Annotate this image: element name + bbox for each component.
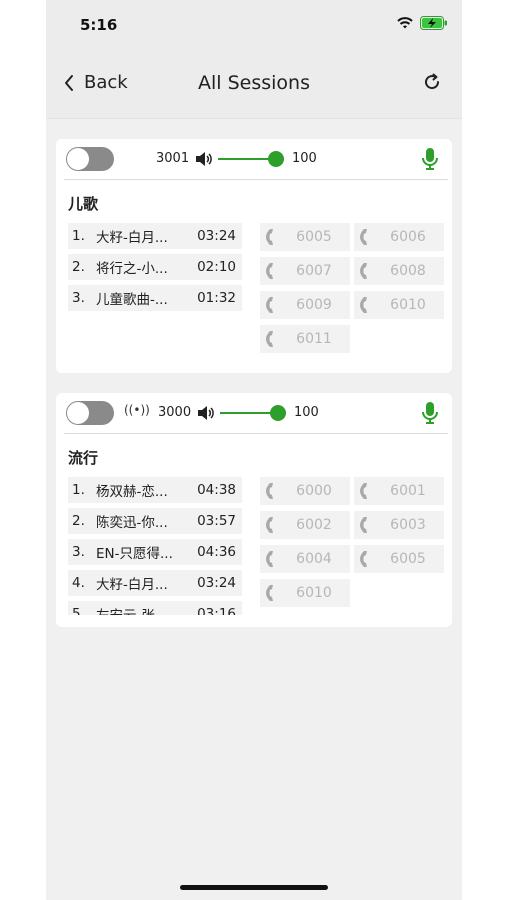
song-item[interactable]: 5. 左安云-张... 03:16 — [68, 601, 242, 615]
song-duration: 02:10 — [197, 259, 236, 275]
song-duration: 01:32 — [197, 290, 236, 306]
extension-number: 6006 — [390, 229, 426, 245]
extension-item[interactable]: 6011 — [260, 325, 350, 353]
session-toggle[interactable] — [66, 401, 114, 425]
extension-number: 6009 — [296, 297, 332, 313]
phone-screen: 5:16 Back All Sessions 3001 100 儿歌 1. 大籽… — [46, 0, 462, 900]
song-duration: 04:36 — [197, 544, 236, 560]
session-id: 3001 — [156, 151, 190, 166]
extension-item[interactable]: 6004 — [260, 545, 350, 573]
session-id: 3000 — [158, 405, 192, 420]
extension-number: 6007 — [296, 263, 332, 279]
song-item[interactable]: 3. 儿童歌曲-... 01:32 — [68, 285, 242, 311]
broadcast-icon: ((•)) — [124, 403, 150, 417]
song-title: 儿童歌曲-... — [96, 292, 168, 308]
song-index: 2. — [72, 259, 85, 275]
session-card: 3001 100 儿歌 1. 大籽-白月... 03:24 2. 将行之-小..… — [56, 139, 452, 373]
session-control-bar: 3001 100 — [56, 139, 452, 179]
song-index: 4. — [72, 575, 85, 591]
song-item[interactable]: 1. 杨双赫-恋... 04:38 — [68, 477, 242, 503]
song-item[interactable]: 1. 大籽-白月... 03:24 — [68, 223, 242, 249]
song-duration: 03:16 — [197, 606, 236, 615]
extension-number: 6003 — [390, 517, 426, 533]
extension-item[interactable]: 6008 — [354, 257, 444, 285]
status-time: 5:16 — [80, 16, 118, 34]
extension-item[interactable]: 6007 — [260, 257, 350, 285]
extension-number: 6002 — [296, 517, 332, 533]
speaker-icon — [198, 406, 214, 420]
group-name: 流行 — [68, 449, 99, 467]
song-index: 3. — [72, 544, 85, 560]
extension-number: 6004 — [296, 551, 332, 567]
divider — [64, 179, 448, 180]
extension-number: 6010 — [296, 585, 332, 601]
song-index: 3. — [72, 290, 85, 306]
song-duration: 03:57 — [197, 513, 236, 529]
microphone-icon[interactable] — [420, 401, 440, 425]
song-item[interactable]: 2. 将行之-小... 02:10 — [68, 254, 242, 280]
home-indicator — [180, 885, 328, 890]
status-icons — [396, 16, 448, 30]
extension-item[interactable]: 6005 — [260, 223, 350, 251]
extension-number: 6010 — [390, 297, 426, 313]
song-title: 左安云-张... — [96, 604, 192, 615]
song-duration: 03:24 — [197, 228, 236, 244]
extension-number: 6005 — [296, 229, 332, 245]
song-list: 1. 杨双赫-恋... 04:38 2. 陈奕迅-你... 03:57 3. E… — [68, 477, 242, 615]
microphone-icon[interactable] — [420, 147, 440, 171]
navigation-bar: Back All Sessions — [46, 50, 462, 119]
status-bar: 5:16 — [46, 0, 462, 50]
song-index: 5. — [72, 606, 85, 615]
song-title: 将行之-小... — [96, 261, 168, 277]
volume-value: 100 — [292, 151, 317, 166]
extension-number: 6001 — [390, 483, 426, 499]
song-title: 大籽-白月... — [96, 230, 168, 246]
extension-item[interactable]: 6010 — [354, 291, 444, 319]
song-title: EN-只愿得... — [96, 546, 173, 562]
page-title: All Sessions — [198, 72, 310, 94]
divider — [64, 433, 448, 434]
extension-item[interactable]: 6003 — [354, 511, 444, 539]
session-card: ((•)) 3000 100 流行 1. 杨双赫-恋... 04:38 2. 陈… — [56, 393, 452, 627]
session-toggle[interactable] — [66, 147, 114, 171]
session-control-bar: ((•)) 3000 100 — [56, 393, 452, 433]
group-name: 儿歌 — [68, 195, 99, 213]
song-title: 陈奕迅-你... — [96, 515, 168, 531]
song-item[interactable]: 4. 大籽-白月... 03:24 — [68, 570, 242, 596]
extension-item[interactable]: 6006 — [354, 223, 444, 251]
extension-item[interactable]: 6000 — [260, 477, 350, 505]
speaker-icon — [196, 152, 212, 166]
extension-number: 6011 — [296, 331, 332, 347]
song-index: 2. — [72, 513, 85, 529]
song-duration: 04:38 — [197, 482, 236, 498]
song-duration: 03:24 — [197, 575, 236, 591]
extension-number: 6000 — [296, 483, 332, 499]
refresh-icon — [425, 73, 440, 90]
song-title: 大籽-白月... — [96, 577, 168, 593]
battery-charging-icon — [420, 16, 447, 30]
song-index: 1. — [72, 482, 85, 498]
song-list: 1. 大籽-白月... 03:24 2. 将行之-小... 02:10 3. 儿… — [68, 223, 242, 323]
refresh-button[interactable] — [422, 72, 442, 96]
volume-slider[interactable] — [218, 150, 284, 168]
extension-item[interactable]: 6009 — [260, 291, 350, 319]
volume-value: 100 — [294, 405, 319, 420]
song-item[interactable]: 2. 陈奕迅-你... 03:57 — [68, 508, 242, 534]
extension-item[interactable]: 6002 — [260, 511, 350, 539]
extension-item[interactable]: 6010 — [260, 579, 350, 607]
song-item[interactable]: 3. EN-只愿得... 04:36 — [68, 539, 242, 565]
song-title: 杨双赫-恋... — [96, 484, 168, 500]
song-index: 1. — [72, 228, 85, 244]
wifi-icon — [397, 17, 413, 29]
extension-item[interactable]: 6005 — [354, 545, 444, 573]
extension-number: 6005 — [390, 551, 426, 567]
extension-number: 6008 — [390, 263, 426, 279]
volume-slider[interactable] — [220, 404, 286, 422]
extension-item[interactable]: 6001 — [354, 477, 444, 505]
